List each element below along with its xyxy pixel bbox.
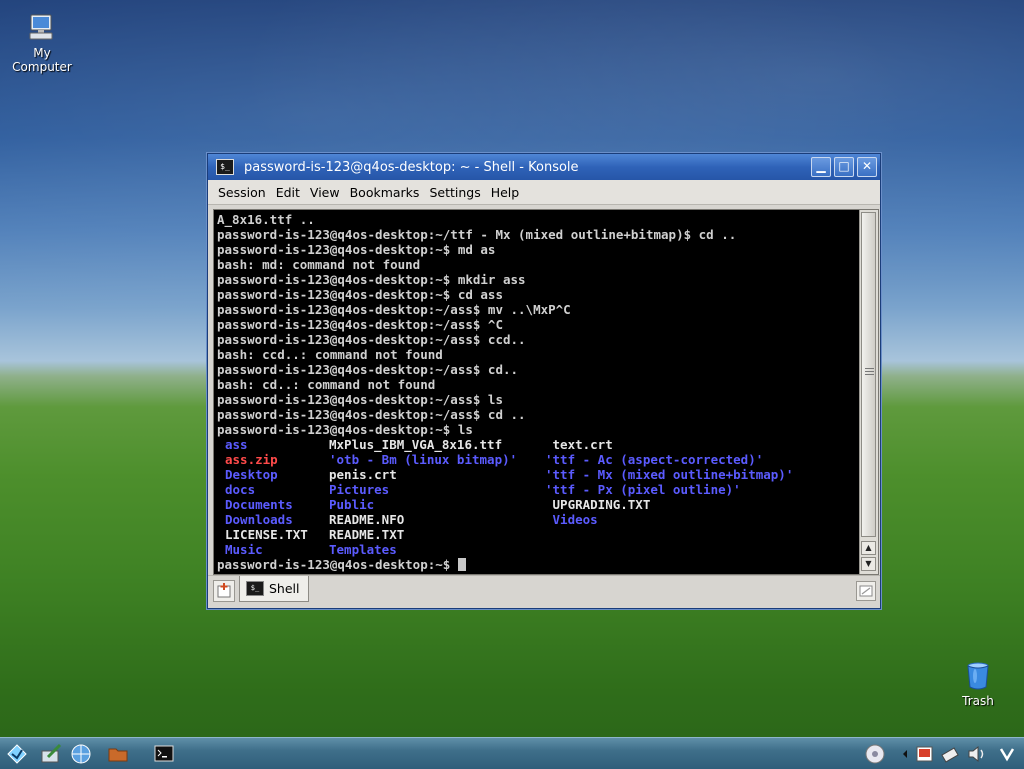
menu-view[interactable]: View	[305, 185, 345, 200]
ls-entry: 'ttf - Px (pixel outline)'	[545, 482, 741, 497]
terminal-line: password-is-123@q4os-desktop:~/ass$ cd .…	[217, 407, 526, 422]
photo-icon[interactable]	[914, 743, 936, 765]
ls-entry: MxPlus_IBM_VGA_8x16.ttf	[329, 437, 503, 452]
ls-entry: Downloads	[225, 512, 293, 527]
konsole-icon: $_	[216, 159, 234, 175]
desktop-icon-my-computer[interactable]: My Computer	[10, 12, 74, 74]
ls-entry: Music	[225, 542, 263, 557]
terminal-line: password-is-123@q4os-desktop:~/ass$ ^C	[217, 317, 503, 332]
terminal-text[interactable]: A_8x16.ttf .. password-is-123@q4os-deskto…	[217, 212, 857, 572]
konsole-icon[interactable]	[153, 743, 175, 765]
terminal-line: password-is-123@q4os-desktop:~$ cd ass	[217, 287, 503, 302]
scrollbar-thumb[interactable]	[861, 212, 876, 537]
desktop-icon-label: My	[33, 46, 51, 60]
ls-entry: Documents	[225, 497, 293, 512]
new-tab-button[interactable]	[213, 580, 235, 602]
window-titlebar[interactable]: $_ password-is-123@q4os-desktop: ~ - She…	[208, 154, 880, 180]
vertical-scrollbar[interactable]: ▲ ▼	[859, 210, 878, 574]
computer-icon	[26, 12, 58, 44]
ls-entry: Desktop	[225, 467, 278, 482]
ls-entry: docs	[225, 482, 256, 497]
ls-entry: 'otb - Bm (linux bitmap)'	[329, 452, 518, 467]
ls-entry: Public	[329, 497, 375, 512]
network-tray-icon[interactable]	[940, 743, 962, 765]
desktop-icon-label: Computer	[12, 60, 72, 74]
ls-output-row: Downloads README.NFO Videos	[217, 512, 857, 527]
close-button[interactable]: ✕	[857, 157, 877, 177]
desktop-tools-icon[interactable]	[40, 743, 62, 765]
menu-bookmarks[interactable]: Bookmarks	[345, 185, 425, 200]
terminal-line: password-is-123@q4os-desktop:~$ md as	[217, 242, 496, 257]
terminal-prompt-line: password-is-123@q4os-desktop:~$	[217, 557, 857, 572]
terminal-line: password-is-123@q4os-desktop:~/ass$ cd..	[217, 362, 519, 377]
terminal-line: bash: cd..: command not found	[217, 377, 436, 392]
terminal-line: password-is-123@q4os-desktop:~/ttf - Mx …	[217, 227, 737, 242]
ls-entry: 'ttf - Ac (aspect-corrected)'	[545, 452, 764, 467]
tab-bar: $_ Shell	[208, 575, 880, 608]
ls-entry: UPGRADING.TXT	[545, 497, 651, 512]
terminal-area[interactable]: A_8x16.ttf .. password-is-123@q4os-deskto…	[213, 209, 879, 575]
menu-settings[interactable]: Settings	[424, 185, 485, 200]
maximize-button[interactable]: □	[834, 157, 854, 177]
ls-output-row: LICENSE.TXT README.TXT	[217, 527, 857, 542]
window-title: password-is-123@q4os-desktop: ~ - Shell …	[244, 159, 579, 175]
terminal-line: password-is-123@q4os-desktop:~/ass$ mv .…	[217, 302, 571, 317]
terminal-line: A_8x16.ttf ..	[217, 212, 315, 227]
ls-entry: 'ttf - Mx (mixed outline+bitmap)'	[545, 467, 794, 482]
desktop-icon-label: Trash	[962, 694, 994, 708]
ls-entry: Pictures	[329, 482, 390, 497]
menu-edit[interactable]: Edit	[271, 185, 305, 200]
ls-output-row: Music Templates	[217, 542, 857, 557]
terminal-line: bash: md: command not found	[217, 257, 421, 272]
tab-shell[interactable]: $_ Shell	[239, 576, 309, 602]
volume-icon[interactable]	[966, 743, 988, 765]
terminal-line: password-is-123@q4os-desktop:~$ mkdir as…	[217, 272, 526, 287]
ls-entry: ass	[225, 437, 248, 452]
ls-entry: Templates	[329, 542, 397, 557]
tab-label: Shell	[269, 581, 300, 596]
start-icon[interactable]	[6, 743, 28, 765]
terminal-line: password-is-123@q4os-desktop:~/ass$ ccd.…	[217, 332, 526, 347]
terminal-line: password-is-123@q4os-desktop:~$ ls	[217, 422, 473, 437]
menu-session[interactable]: Session	[208, 185, 271, 200]
menu-help[interactable]: Help	[486, 185, 525, 200]
scroll-down-arrow-icon[interactable]: ▼	[861, 557, 876, 571]
ls-output-row: Documents Public UPGRADING.TXT	[217, 497, 857, 512]
taskbar	[0, 737, 1024, 769]
ls-entry: penis.crt	[329, 467, 397, 482]
terminal-line: password-is-123@q4os-desktop:~/ass$ ls	[217, 392, 503, 407]
cd-icon[interactable]	[864, 743, 886, 765]
ls-entry: Videos	[545, 512, 598, 527]
terminal-prompt: password-is-123@q4os-desktop:~$	[217, 557, 458, 572]
ls-entry: README.TXT	[329, 527, 405, 542]
close-tab-icon	[859, 585, 873, 597]
new-tab-icon	[217, 583, 231, 598]
konsole-window: $_ password-is-123@q4os-desktop: ~ - She…	[207, 153, 881, 609]
ls-output-row: docs Pictures 'ttf - Px (pixel outline)'	[217, 482, 857, 497]
ls-entry: text.crt	[545, 437, 613, 452]
scroll-up-arrow-icon[interactable]: ▲	[861, 541, 876, 555]
arrow-left-icon[interactable]	[894, 743, 916, 765]
desktop-icon-trash[interactable]: Trash	[946, 660, 1010, 708]
ls-output-row: Desktop penis.crt 'ttf - Mx (mixed outline…	[217, 467, 857, 482]
minimize-button[interactable]: ▁	[811, 157, 831, 177]
ls-output-row: ass.zip 'otb - Bm (linux bitmap)' 'ttf - A…	[217, 452, 857, 467]
network-icon[interactable]	[70, 743, 92, 765]
terminal-line: bash: ccd..: command not found	[217, 347, 443, 362]
file-manager-icon[interactable]	[107, 743, 129, 765]
menubar: Session Edit View Bookmarks Settings Hel…	[208, 180, 880, 205]
close-tab-button[interactable]	[856, 581, 876, 601]
q4os-logo-icon[interactable]	[996, 743, 1018, 765]
ls-entry: README.NFO	[329, 512, 405, 527]
ls-output-row: ass MxPlus_IBM_VGA_8x16.ttf text.crt	[217, 437, 857, 452]
ls-entry: LICENSE.TXT	[225, 527, 308, 542]
text-cursor	[457, 558, 466, 571]
konsole-icon: $_	[246, 581, 264, 596]
trash-icon	[962, 660, 994, 692]
ls-entry: ass.zip	[225, 452, 278, 467]
